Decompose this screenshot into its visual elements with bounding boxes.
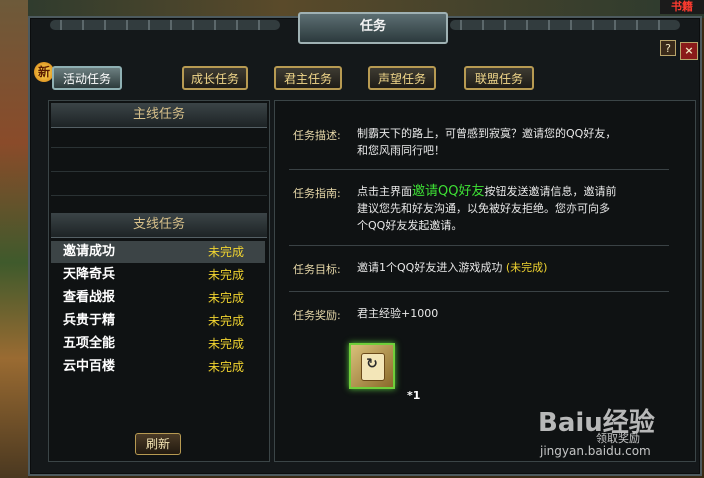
window-title: 任务	[298, 12, 448, 44]
quest-name: 云中百楼	[63, 359, 116, 374]
quest-status: 未完成	[208, 245, 245, 259]
scroll-item-icon[interactable]: ↻	[349, 343, 395, 389]
tab-reputation-quests[interactable]: 声望任务	[368, 66, 436, 90]
side-quests-header: 支线任务	[51, 213, 267, 238]
goal-text: 邀请1个QQ好友进入游戏成功 (未完成)	[357, 259, 547, 276]
detail-divider	[289, 169, 669, 170]
detail-divider	[289, 245, 669, 246]
guide-text-pre: 点击主界面	[357, 185, 412, 198]
tab-lord-quests[interactable]: 君主任务	[274, 66, 342, 90]
quest-name: 查看战报	[63, 290, 116, 305]
description-label: 任务描述:	[293, 129, 341, 142]
refresh-button[interactable]: 刷新	[135, 433, 181, 455]
new-badge-icon: 新	[34, 62, 54, 82]
quest-name: 天降奇兵	[63, 267, 116, 282]
title-ornament-right	[450, 20, 680, 30]
description-text: 制霸天下的路上，可曾感到寂寞？邀请您的QQ好友， 和您风雨同行吧！	[357, 125, 616, 159]
list-divider	[51, 147, 267, 148]
description-line: 制霸天下的路上，可曾感到寂寞？邀请您的QQ好友，	[357, 127, 617, 140]
quest-item[interactable]: 邀请成功 未完成	[51, 241, 265, 263]
goal-label: 任务目标:	[293, 263, 341, 276]
description-line: 和您风雨同行吧！	[357, 144, 445, 157]
tab-alliance-quests[interactable]: 联盟任务	[464, 66, 534, 90]
reward-label: 任务奖励:	[293, 309, 341, 322]
list-divider	[51, 171, 267, 172]
quest-item[interactable]: 天降奇兵 未完成	[51, 264, 265, 286]
quest-item[interactable]: 云中百楼 未完成	[51, 356, 265, 378]
game-background-left	[0, 0, 28, 478]
quest-status: 未完成	[208, 291, 245, 305]
quest-item[interactable]: 兵贵于精 未完成	[51, 310, 265, 332]
quest-item[interactable]: 查看战报 未完成	[51, 287, 265, 309]
detail-divider	[289, 291, 669, 292]
guide-text-post: 按钮发送邀请信息，邀请前	[484, 185, 617, 198]
quest-status: 未完成	[208, 337, 245, 351]
quest-status: 未完成	[208, 314, 245, 328]
quest-list-panel: 主线任务 支线任务 邀请成功 未完成 天降奇兵 未完成 查看战报 未完成 兵贵于…	[48, 100, 270, 462]
guide-line: 个QQ好友发起邀请。	[357, 219, 463, 232]
reward-count: *1	[407, 389, 421, 402]
invite-qq-friend-link: 邀请QQ好友	[412, 184, 485, 199]
main-quests-header: 主线任务	[51, 103, 267, 128]
goal-status: (未完成)	[505, 261, 548, 274]
guide-text: 点击主界面邀请QQ好友按钮发送邀请信息，邀请前 建议您先和好友沟通，以免被好友拒…	[357, 183, 616, 234]
guide-label: 任务指南:	[293, 187, 341, 200]
quest-name: 五项全能	[63, 336, 116, 351]
tab-activity-quests[interactable]: 活动任务	[52, 66, 122, 90]
list-divider	[51, 195, 267, 196]
corner-tag: 书籍	[660, 0, 704, 14]
quest-status: 未完成	[208, 360, 245, 374]
guide-line: 建议您先和好友沟通，以免被好友拒绝。您亦可向多	[357, 202, 610, 215]
quest-name: 兵贵于精	[63, 313, 116, 328]
title-ornament-left	[50, 20, 280, 30]
goal-description: 邀请1个QQ好友进入游戏成功	[357, 261, 503, 274]
tab-growth-quests[interactable]: 成长任务	[182, 66, 248, 90]
refresh-arrow-icon: ↻	[366, 356, 378, 372]
reward-text: 君主经验+1000	[357, 307, 439, 320]
quest-status: 未完成	[208, 268, 245, 282]
quest-name: 邀请成功	[63, 244, 116, 259]
baidu-jingyan-watermark: Baiu经验 领取奖励 jingyan.baidu.com	[534, 400, 694, 470]
close-button[interactable]: ×	[680, 42, 698, 60]
quest-item[interactable]: 五项全能 未完成	[51, 333, 265, 355]
watermark-url: jingyan.baidu.com	[540, 444, 651, 458]
help-button[interactable]: ?	[660, 40, 676, 56]
